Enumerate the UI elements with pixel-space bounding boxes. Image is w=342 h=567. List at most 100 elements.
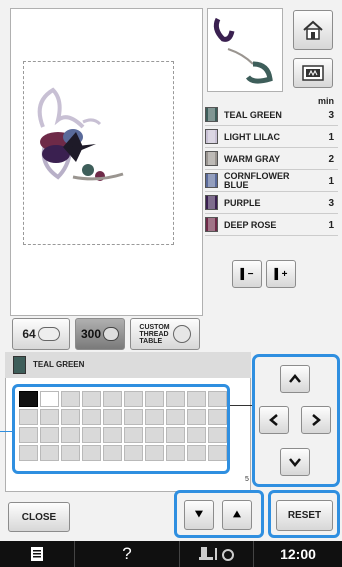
color-swatch [205, 173, 218, 188]
tab-64-label: 64 [22, 327, 36, 341]
grid-cell[interactable] [61, 409, 80, 425]
chevron-right-icon [312, 414, 321, 426]
grid-cell[interactable] [124, 445, 143, 461]
grid-cell[interactable] [208, 409, 227, 425]
design-thumbnail [207, 8, 283, 92]
grid-cell[interactable] [166, 427, 185, 443]
grid-cell[interactable] [82, 427, 101, 443]
grid-cell[interactable] [145, 409, 164, 425]
previous-color-button[interactable]: ▌− [232, 260, 262, 288]
color-minutes: 3 [328, 109, 334, 121]
scroll-down-button[interactable]: ⯆ [184, 500, 214, 530]
grid-cell[interactable] [166, 409, 185, 425]
thread-spool-icon [103, 327, 120, 341]
grid-cell[interactable] [40, 445, 59, 461]
grid-cell[interactable] [187, 409, 206, 425]
tab-300-label: 300 [80, 327, 102, 341]
grid-cell[interactable] [19, 427, 38, 443]
chevron-down-icon [289, 458, 301, 467]
grid-cell[interactable] [82, 445, 101, 461]
grid-cell[interactable] [40, 409, 59, 425]
grid-cell[interactable] [208, 445, 227, 461]
home-button[interactable] [293, 10, 333, 50]
color-name: LIGHT LILAC [224, 131, 280, 142]
tab-custom-thread-table[interactable]: CUSTOM THREAD TABLE [130, 318, 200, 350]
color-swatch [205, 217, 218, 232]
color-list-item[interactable]: DEEP ROSE 1 [205, 214, 338, 236]
grid-cell[interactable] [187, 427, 206, 443]
grid-cell[interactable] [61, 427, 80, 443]
home-icon [303, 20, 323, 40]
grid-cell[interactable] [166, 445, 185, 461]
grid-cell[interactable] [187, 445, 206, 461]
grid-cell[interactable] [103, 445, 122, 461]
down-arrow-button[interactable] [280, 448, 310, 476]
custom-tab-line2: THREAD [139, 330, 169, 338]
color-list-item[interactable]: LIGHT LILAC 1 [205, 126, 338, 148]
up-arrow-button[interactable] [280, 365, 310, 393]
embroidery-frame-icon [302, 65, 324, 81]
grid-cell[interactable] [103, 391, 122, 407]
color-swatch [205, 151, 218, 166]
grid-cell[interactable] [145, 391, 164, 407]
grid-cell[interactable] [103, 427, 122, 443]
tab-64-thread[interactable]: 64 [12, 318, 70, 350]
color-minutes: 3 [328, 197, 334, 209]
thread-status-button[interactable] [180, 541, 254, 567]
right-arrow-button[interactable] [301, 406, 331, 434]
grid-cell[interactable] [208, 391, 227, 407]
grid-cell[interactable] [40, 427, 59, 443]
color-minutes: 2 [328, 153, 334, 165]
left-arrow-button[interactable] [259, 406, 289, 434]
document-button[interactable] [0, 541, 75, 567]
clock: 12:00 [280, 546, 316, 562]
color-list-item[interactable]: PURPLE 3 [205, 192, 338, 214]
grid-cell[interactable] [103, 409, 122, 425]
color-minutes: 1 [328, 175, 334, 187]
next-color-button[interactable]: ▌+ [266, 260, 296, 288]
frame-button[interactable] [293, 58, 333, 88]
color-list-item[interactable]: WARM GRAY 2 [205, 148, 338, 170]
grid-cell-selected[interactable] [19, 391, 38, 407]
thumbnail-image [213, 17, 273, 84]
grid-cell[interactable] [124, 409, 143, 425]
tab-300-thread[interactable]: 300 [75, 318, 125, 350]
grid-cell[interactable] [124, 427, 143, 443]
grid-cell[interactable] [166, 391, 185, 407]
grid-cell[interactable] [40, 391, 59, 407]
custom-thread-grid [12, 384, 230, 474]
color-name: CORNFLOWER BLUE [224, 171, 290, 190]
grid-cell[interactable] [187, 391, 206, 407]
grid-cell[interactable] [19, 409, 38, 425]
divider-line [230, 405, 252, 406]
palette-icon [172, 325, 191, 343]
chevron-up-icon [289, 374, 301, 383]
grid-cell[interactable] [61, 445, 80, 461]
callout-line [0, 431, 12, 432]
color-swatch [205, 129, 218, 144]
grid-cell[interactable] [61, 391, 80, 407]
color-name: DEEP ROSE [224, 219, 277, 230]
grid-cell[interactable] [145, 427, 164, 443]
chevron-left-icon [269, 414, 278, 426]
status-bar: ? 12:00 [0, 541, 342, 567]
grid-cell[interactable] [145, 445, 164, 461]
grid-cell[interactable] [82, 409, 101, 425]
help-button[interactable]: ? [75, 541, 180, 567]
color-swatch [205, 107, 218, 122]
reset-button[interactable]: RESET [276, 500, 333, 531]
document-icon [31, 547, 43, 561]
grid-cell[interactable] [19, 445, 38, 461]
embroidery-design-image [37, 87, 124, 181]
scroll-up-button[interactable]: ⯅ [222, 500, 252, 530]
color-name: WARM GRAY [224, 153, 281, 164]
selected-color-swatch [13, 356, 26, 374]
color-minutes: 1 [328, 219, 334, 231]
grid-cell[interactable] [82, 391, 101, 407]
color-list-item[interactable]: TEAL GREEN 3 [205, 104, 338, 126]
close-button[interactable]: CLOSE [8, 502, 70, 532]
color-list-item[interactable]: CORNFLOWER BLUE 1 [205, 170, 338, 192]
custom-tab-line1: CUSTOM [139, 323, 170, 331]
grid-cell[interactable] [208, 427, 227, 443]
grid-cell[interactable] [124, 391, 143, 407]
